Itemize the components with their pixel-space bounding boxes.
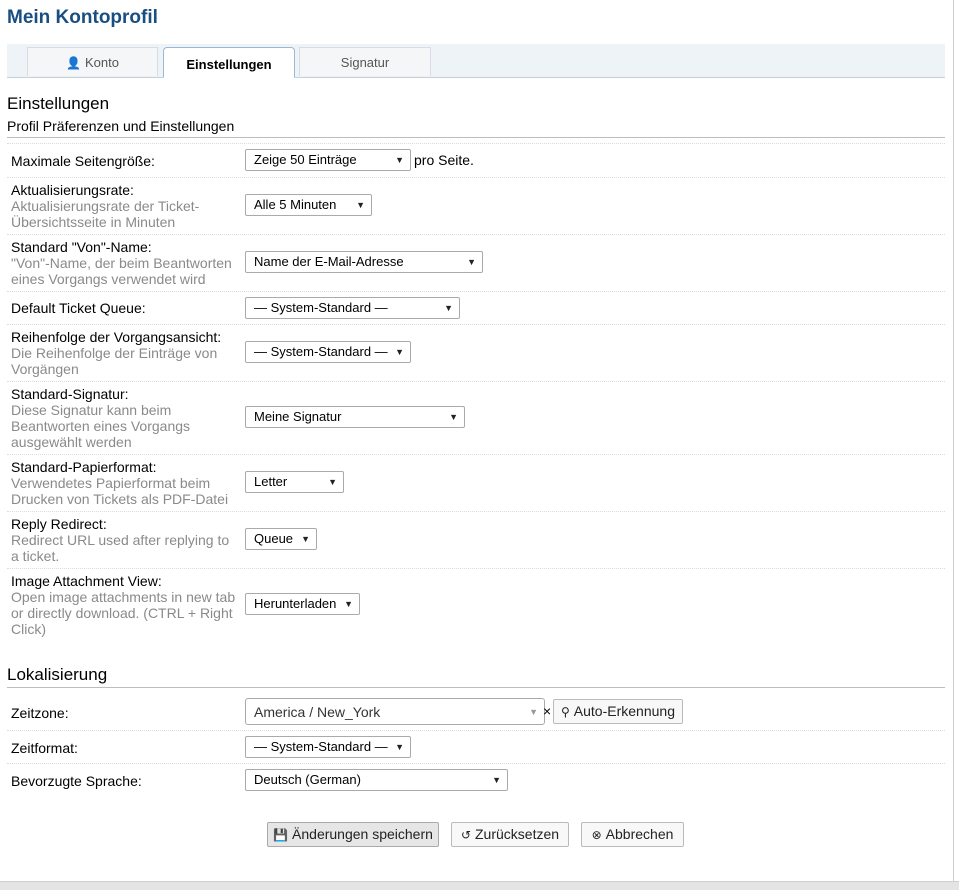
- auto-detect-label: Auto-Erkennung: [573, 703, 675, 719]
- refresh-rate-select[interactable]: Alle 5 Minuten ▼: [245, 194, 372, 216]
- chevron-down-icon: ▼: [444, 303, 453, 313]
- select-value: Meine Signatur: [254, 409, 342, 424]
- setting-description: Redirect URL used after replying to a ti…: [11, 532, 230, 564]
- cancel-button[interactable]: ⊗ Abbrechen: [581, 822, 684, 847]
- settings-subheading: Profil Präferenzen und Einstellungen: [7, 118, 235, 134]
- map-marker-icon: ⚲: [561, 705, 570, 719]
- setting-title: Reihenfolge der Vorgangsansicht:: [11, 329, 222, 345]
- paper-size-select[interactable]: Letter ▼: [245, 471, 344, 493]
- cancel-label: Abbrechen: [605, 826, 674, 842]
- tab-signatur[interactable]: Signatur: [299, 47, 431, 76]
- chevron-down-icon: ▼: [492, 775, 501, 785]
- select-value: America / New_York: [254, 704, 381, 720]
- localization-heading: Lokalisierung: [7, 665, 108, 684]
- select-value: Alle 5 Minuten: [254, 197, 337, 212]
- setting-row-language: Bevorzugte Sprache: Deutsch (German) ▼: [7, 763, 945, 797]
- profile-page: Mein Kontoprofil 👤 Konto Einstellungen Si…: [0, 0, 952, 881]
- setting-title: Zeitformat:: [11, 740, 78, 756]
- save-icon: 💾: [273, 828, 289, 842]
- timezone-select[interactable]: America / New_York ▼: [245, 698, 545, 725]
- select-value: Deutsch (German): [254, 772, 361, 787]
- chevron-down-icon: ▼: [301, 534, 310, 544]
- signature-select[interactable]: Meine Signatur ▼: [245, 406, 465, 428]
- setting-row-signature: Standard-Signatur: Diese Signatur kann be…: [7, 381, 945, 454]
- select-value: Name der E-Mail-Adresse: [254, 254, 404, 269]
- setting-title: Aktualisierungsrate:: [11, 182, 134, 198]
- tab-einstellungen-label: Einstellungen: [186, 57, 272, 72]
- tab-konto[interactable]: 👤 Konto: [27, 47, 158, 76]
- setting-row-from-name: Standard "Von"-Name: "Von"-Name, der beim…: [7, 234, 945, 291]
- localization-divider: [7, 687, 945, 688]
- chevron-down-icon: ▼: [356, 200, 365, 210]
- user-icon: 👤: [66, 56, 81, 70]
- page-size-select[interactable]: Zeige 50 Einträge ▼: [245, 149, 411, 171]
- setting-description: Aktualisierungsrate der Ticket-Übersicht…: [11, 198, 200, 230]
- settings-heading: Einstellungen: [7, 94, 110, 113]
- tab-konto-label: Konto: [84, 55, 119, 70]
- cancel-icon: ⊗: [591, 828, 602, 842]
- setting-title: Image Attachment View:: [11, 573, 162, 589]
- tab-einstellungen[interactable]: Einstellungen: [163, 47, 295, 78]
- setting-row-paper-size: Standard-Papierformat: Verwendetes Papier…: [7, 454, 945, 511]
- tab-bar: 👤 Konto Einstellungen Signatur: [7, 44, 945, 78]
- default-queue-select[interactable]: — System-Standard — ▼: [245, 297, 460, 319]
- from-name-select[interactable]: Name der E-Mail-Adresse ▼: [245, 251, 483, 273]
- setting-row-page-size: Maximale Seitengröße: Zeige 50 Einträge ▼…: [7, 143, 945, 177]
- time-format-select[interactable]: — System-Standard — ▼: [245, 736, 411, 758]
- chevron-down-icon: ▼: [529, 707, 538, 717]
- setting-title: Maximale Seitengröße:: [11, 153, 155, 169]
- setting-title: Standard-Papierformat:: [11, 459, 157, 475]
- select-value: — System-Standard —: [254, 739, 388, 754]
- select-value: — System-Standard —: [254, 300, 388, 315]
- language-select[interactable]: Deutsch (German) ▼: [245, 769, 508, 791]
- chevron-down-icon: ▼: [395, 742, 404, 752]
- select-value: Letter: [254, 474, 288, 489]
- setting-title: Standard "Von"-Name:: [11, 239, 152, 255]
- tab-signatur-label: Signatur: [340, 55, 390, 70]
- save-button[interactable]: 💾 Änderungen speichern: [267, 822, 439, 847]
- clear-timezone-icon[interactable]: ×: [543, 703, 551, 719]
- setting-row-image-attachment: Image Attachment View: Open image attachm…: [7, 568, 945, 642]
- thread-order-select[interactable]: — System-Standard — ▼: [245, 341, 411, 363]
- chevron-down-icon: ▼: [467, 257, 476, 267]
- setting-row-thread-order: Reihenfolge der Vorgangsansicht: Die Reih…: [7, 324, 945, 381]
- page-size-suffix: pro Seite.: [414, 152, 474, 168]
- page-title: Mein Kontoprofil: [7, 7, 158, 28]
- setting-title: Default Ticket Queue:: [11, 300, 146, 316]
- chevron-down-icon: ▼: [344, 599, 353, 609]
- select-value: — System-Standard —: [254, 344, 388, 359]
- setting-description: "Von"-Name, der beim Beantworten eines V…: [11, 255, 232, 287]
- settings-divider: [7, 137, 945, 138]
- setting-row-reply-redirect: Reply Redirect: Redirect URL used after r…: [7, 511, 945, 568]
- setting-title: Reply Redirect:: [11, 516, 107, 532]
- setting-row-default-queue: Default Ticket Queue: — System-Standard …: [7, 291, 945, 324]
- setting-row-timezone: Zeitzone: America / New_York ▼ × ⚲ Auto-Er…: [7, 693, 945, 730]
- auto-detect-button[interactable]: ⚲ Auto-Erkennung: [553, 699, 683, 724]
- chevron-down-icon: ▼: [395, 155, 404, 165]
- reset-button[interactable]: ↺ Zurücksetzen: [451, 822, 569, 847]
- select-value: Zeige 50 Einträge: [254, 152, 357, 167]
- reply-redirect-select[interactable]: Queue ▼: [245, 528, 317, 550]
- chevron-down-icon: ▼: [328, 477, 337, 487]
- image-attachment-select[interactable]: Herunterladen ▼: [245, 593, 360, 615]
- setting-title: Zeitzone:: [11, 705, 69, 721]
- setting-title: Bevorzugte Sprache:: [11, 773, 142, 789]
- reset-label: Zurücksetzen: [475, 826, 560, 842]
- setting-description: Verwendetes Papierformat beim Drucken vo…: [11, 475, 229, 507]
- setting-description: Open image attachments in new tab or dir…: [11, 589, 236, 637]
- setting-row-time-format: Zeitformat: — System-Standard — ▼: [7, 730, 945, 763]
- chevron-down-icon: ▼: [395, 347, 404, 357]
- undo-icon: ↺: [460, 828, 471, 842]
- setting-description: Diese Signatur kann beim Beantworten ein…: [11, 402, 191, 450]
- select-value: Queue: [254, 531, 294, 546]
- setting-row-refresh-rate: Aktualisierungsrate: Aktualisierungsrate …: [7, 177, 945, 234]
- setting-description: Die Reihenfolge der Einträge von Vorgäng…: [11, 345, 218, 377]
- save-label: Änderungen speichern: [292, 826, 433, 842]
- setting-title: Standard-Signatur:: [11, 386, 129, 402]
- select-value: Herunterladen: [254, 596, 337, 611]
- chevron-down-icon: ▼: [449, 412, 458, 422]
- page-right-border: [953, 0, 954, 883]
